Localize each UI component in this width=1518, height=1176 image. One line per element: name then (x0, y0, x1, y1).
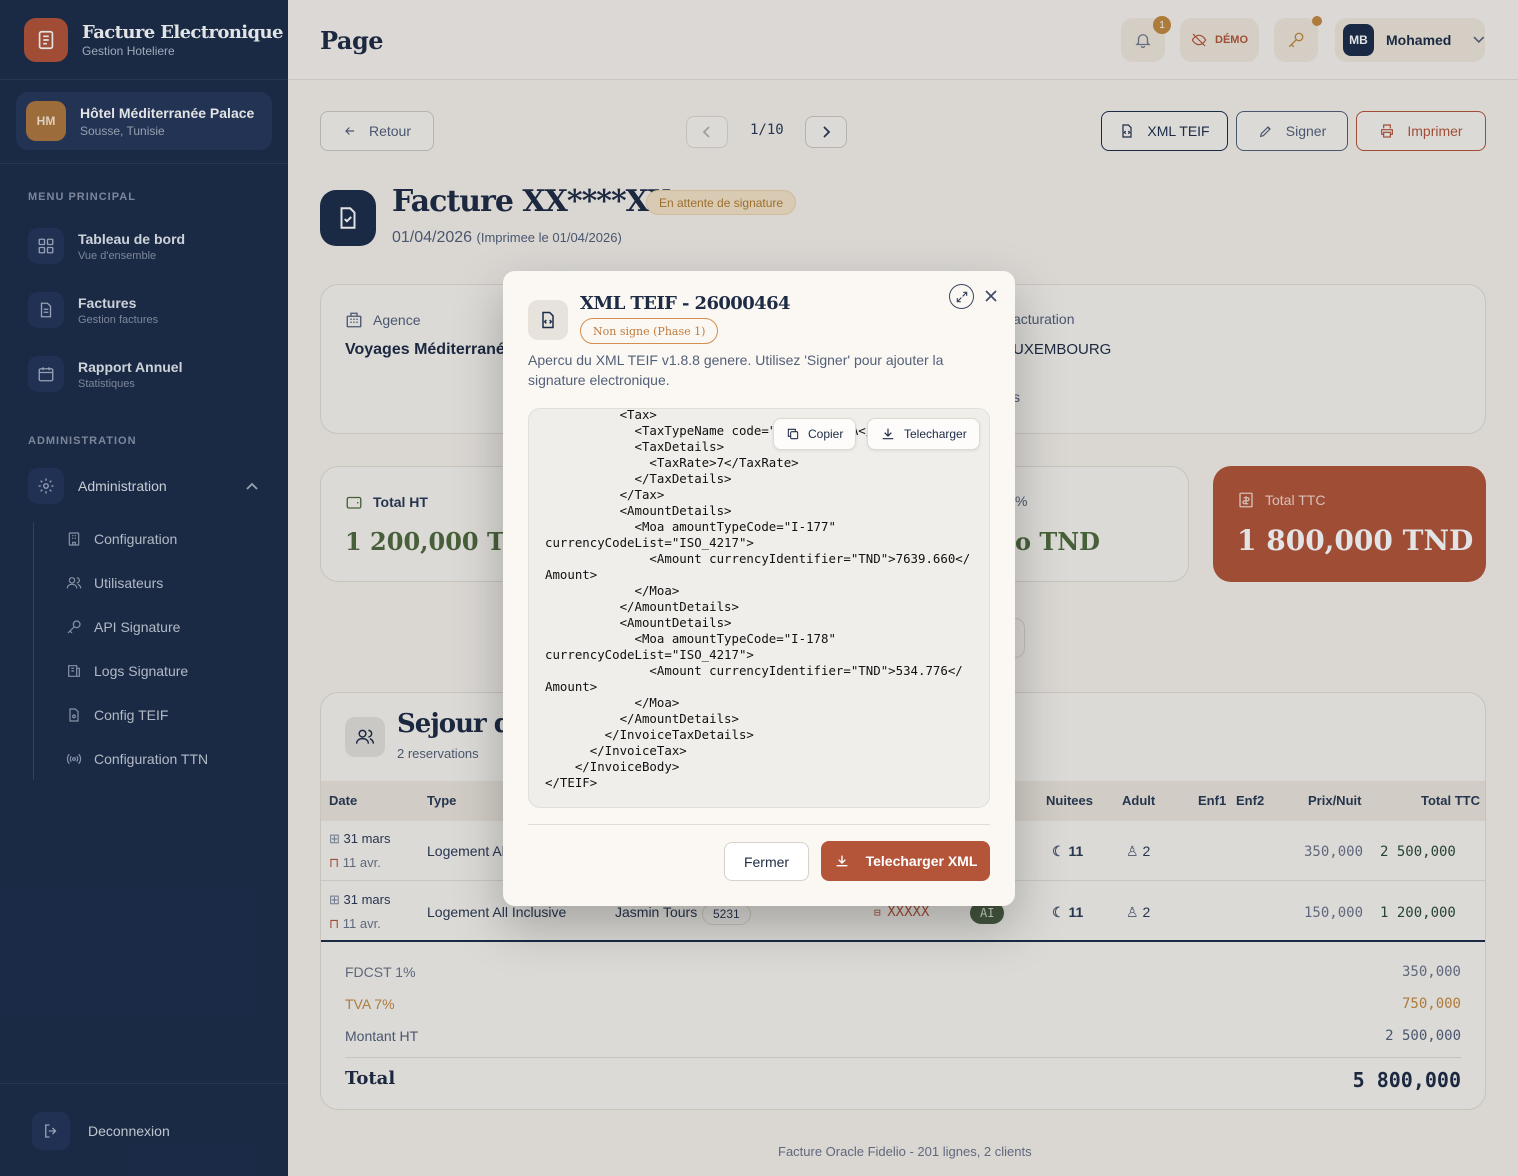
close-button[interactable]: Fermer (724, 842, 809, 881)
copy-button[interactable]: Copier (773, 418, 857, 450)
file-code-icon (528, 300, 568, 340)
divider (528, 824, 990, 825)
download-icon (882, 428, 894, 440)
download-icon (836, 855, 847, 867)
modal-description: Apercu du XML TEIF v1.8.8 genere. Utilis… (528, 352, 944, 388)
copy-icon (787, 428, 799, 440)
expand-icon[interactable] (949, 284, 974, 309)
xml-code: <Tax> <TaxTypeName code="I-1602">TVA</Ta… (545, 408, 971, 790)
download-xml-label: Telecharger XML (865, 853, 978, 869)
signature-status-badge: Non signe (Phase 1) (580, 318, 719, 344)
close-icon[interactable] (983, 288, 999, 304)
download-button[interactable]: Telecharger (867, 418, 980, 450)
download-xml-button[interactable]: Telecharger XML (821, 841, 990, 881)
modal-title: XML TEIF - 26000464 (580, 293, 791, 314)
xml-code-viewer[interactable]: <Tax> <TaxTypeName code="I-1602">TVA</Ta… (528, 408, 990, 808)
xml-preview-modal: XML TEIF - 26000464 Non signe (Phase 1) … (503, 271, 1015, 906)
download-label: Telecharger (904, 427, 967, 441)
copy-label: Copier (808, 427, 844, 441)
